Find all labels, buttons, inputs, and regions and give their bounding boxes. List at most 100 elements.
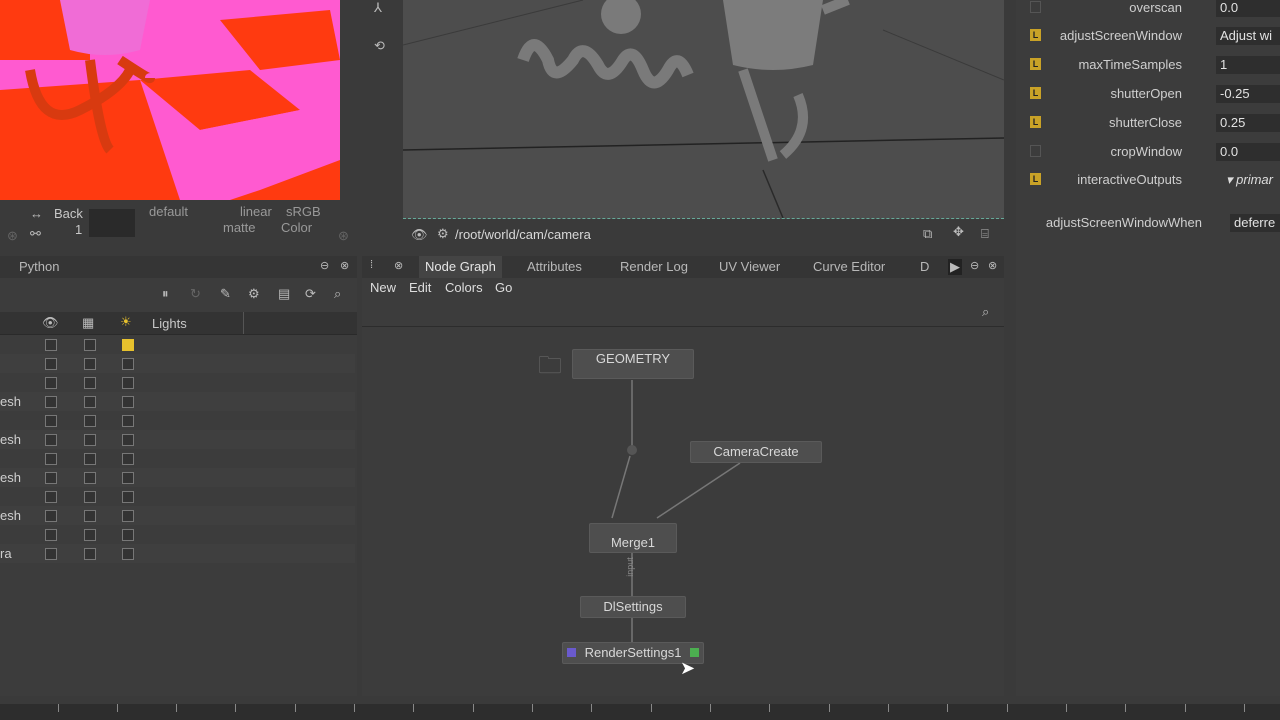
table-row[interactable] bbox=[0, 354, 355, 373]
node-merge[interactable]: Merge1 bbox=[589, 523, 677, 553]
visibility-checkbox[interactable] bbox=[45, 472, 57, 484]
render-checkbox[interactable] bbox=[84, 377, 96, 389]
field-overscan[interactable]: 0.0 bbox=[1216, 0, 1280, 17]
node-geometry[interactable]: GEOMETRY bbox=[572, 349, 694, 379]
float-icon[interactable]: ⊖ bbox=[320, 259, 329, 272]
dropdown-adjustscreenwindow[interactable]: Adjust wi bbox=[1216, 27, 1280, 45]
visibility-checkbox[interactable] bbox=[45, 453, 57, 465]
pan-icon[interactable]: ✥ bbox=[953, 224, 964, 240]
lights-checkbox[interactable] bbox=[122, 529, 134, 541]
pause-icon[interactable]: ⏸ bbox=[162, 286, 169, 302]
dropdown-interactiveoutputs[interactable]: ▾ primar bbox=[1226, 172, 1273, 188]
field-shutteropen[interactable]: -0.25 bbox=[1216, 85, 1280, 103]
search-icon[interactable]: ⌕ bbox=[334, 286, 341, 302]
visibility-checkbox[interactable] bbox=[45, 529, 57, 541]
lights-checkbox[interactable] bbox=[122, 491, 134, 503]
color-dropdown[interactable]: Color bbox=[281, 220, 312, 235]
lights-checkbox[interactable] bbox=[122, 377, 134, 389]
axis-icon[interactable]: ⅄ bbox=[374, 0, 382, 16]
render-checkbox[interactable] bbox=[84, 529, 96, 541]
rotate-icon[interactable]: ⟲ bbox=[374, 38, 385, 54]
node-dlsettings[interactable]: DlSettings bbox=[580, 596, 686, 618]
main-3d-viewport[interactable] bbox=[403, 0, 1004, 219]
table-row[interactable] bbox=[0, 335, 355, 354]
visibility-checkbox[interactable] bbox=[45, 339, 57, 351]
gear-icon[interactable]: ⚙ bbox=[248, 286, 260, 302]
default-dropdown[interactable]: default bbox=[149, 204, 188, 219]
pencil-icon[interactable]: ✎ bbox=[220, 286, 231, 302]
eye-icon[interactable]: 👁 bbox=[411, 227, 428, 243]
refresh-icon[interactable]: ⟳ bbox=[305, 286, 316, 302]
render-checkbox[interactable] bbox=[84, 339, 96, 351]
label-interactiveoutputs: interactiveOutputs bbox=[1077, 172, 1182, 187]
table-row[interactable] bbox=[0, 525, 355, 544]
swatch-box[interactable] bbox=[89, 209, 135, 237]
label-overscan: overscan bbox=[1129, 0, 1182, 15]
table-row[interactable] bbox=[0, 411, 355, 430]
node-camera-create[interactable]: CameraCreate bbox=[690, 441, 822, 463]
field-maxtimesamples[interactable]: 1 bbox=[1216, 56, 1280, 74]
lights-checkbox[interactable] bbox=[122, 453, 134, 465]
left-render-viewport[interactable] bbox=[0, 0, 340, 200]
close-icon[interactable]: ⊗ bbox=[340, 259, 349, 272]
undo-icon[interactable]: ↻ bbox=[190, 286, 201, 302]
render-checkbox[interactable] bbox=[84, 434, 96, 446]
visibility-checkbox[interactable] bbox=[45, 548, 57, 560]
tab-python[interactable]: Python bbox=[13, 256, 65, 278]
visibility-checkbox[interactable] bbox=[45, 396, 57, 408]
lights-checkbox[interactable] bbox=[122, 472, 134, 484]
lights-checkbox[interactable] bbox=[122, 434, 134, 446]
link-icon[interactable]: ⚯ bbox=[30, 226, 41, 242]
visibility-checkbox[interactable] bbox=[45, 510, 57, 522]
visibility-checkbox[interactable] bbox=[45, 415, 57, 427]
render-checkbox[interactable] bbox=[84, 358, 96, 370]
visibility-checkbox[interactable] bbox=[45, 434, 57, 446]
camera-settings-icon[interactable]: ⚙ bbox=[437, 226, 449, 242]
timeline-bar[interactable] bbox=[0, 704, 1280, 720]
table-row[interactable] bbox=[0, 487, 355, 506]
node-graph-panel: ⁞ ⊗ Node Graph Attributes Render Log UV … bbox=[362, 256, 1004, 696]
clapper-icon[interactable]: ▤ bbox=[278, 286, 290, 302]
srgb-dropdown[interactable]: sRGB bbox=[286, 204, 321, 219]
lights-checkbox[interactable] bbox=[122, 396, 134, 408]
table-row[interactable]: esh bbox=[0, 430, 355, 449]
table-row[interactable]: ra bbox=[0, 544, 355, 563]
frame-icon[interactable]: ⧉ bbox=[923, 226, 932, 242]
lights-icon[interactable]: ☀ bbox=[120, 314, 132, 330]
render-checkbox[interactable] bbox=[84, 510, 96, 522]
dropdown-adjustscreenwindowwhen[interactable]: deferre bbox=[1230, 214, 1280, 232]
camera-path[interactable]: /root/world/cam/camera bbox=[455, 227, 591, 242]
render-settings-purple-flag bbox=[567, 648, 576, 657]
lights-checkbox[interactable] bbox=[122, 358, 134, 370]
lights-checkbox[interactable] bbox=[122, 510, 134, 522]
swap-arrows-icon[interactable]: ↔ bbox=[30, 206, 43, 221]
lights-checkbox[interactable] bbox=[122, 415, 134, 427]
matte-dropdown[interactable]: matte bbox=[223, 220, 256, 235]
table-row[interactable]: esh bbox=[0, 468, 355, 487]
render-checkbox[interactable] bbox=[84, 548, 96, 560]
hud-icon[interactable]: ⌸ bbox=[981, 226, 989, 242]
table-row[interactable] bbox=[0, 449, 355, 468]
render-checkbox[interactable] bbox=[84, 491, 96, 503]
field-cropwindow[interactable]: 0.0 bbox=[1216, 143, 1280, 161]
properties-empty-area bbox=[1016, 240, 1280, 696]
render-icon[interactable]: ▦ bbox=[82, 315, 94, 331]
table-row[interactable]: esh bbox=[0, 506, 355, 525]
visibility-checkbox[interactable] bbox=[45, 358, 57, 370]
render-checkbox[interactable] bbox=[84, 396, 96, 408]
settings-icon-right[interactable]: ⊛ bbox=[338, 228, 349, 244]
visibility-checkbox[interactable] bbox=[45, 491, 57, 503]
lights-checkbox[interactable] bbox=[122, 339, 134, 351]
visibility-icon[interactable]: 👁 bbox=[42, 315, 59, 331]
render-checkbox[interactable] bbox=[84, 453, 96, 465]
visibility-checkbox[interactable] bbox=[45, 377, 57, 389]
lights-checkbox[interactable] bbox=[122, 548, 134, 560]
render-checkbox[interactable] bbox=[84, 472, 96, 484]
table-row[interactable] bbox=[0, 373, 355, 392]
render-checkbox[interactable] bbox=[84, 415, 96, 427]
linear-dropdown[interactable]: linear bbox=[240, 204, 272, 219]
table-row[interactable]: esh bbox=[0, 392, 355, 411]
field-shutterclose[interactable]: 0.25 bbox=[1216, 114, 1280, 132]
settings-icon[interactable]: ⊛ bbox=[7, 228, 18, 244]
back-label[interactable]: Back bbox=[54, 206, 83, 221]
